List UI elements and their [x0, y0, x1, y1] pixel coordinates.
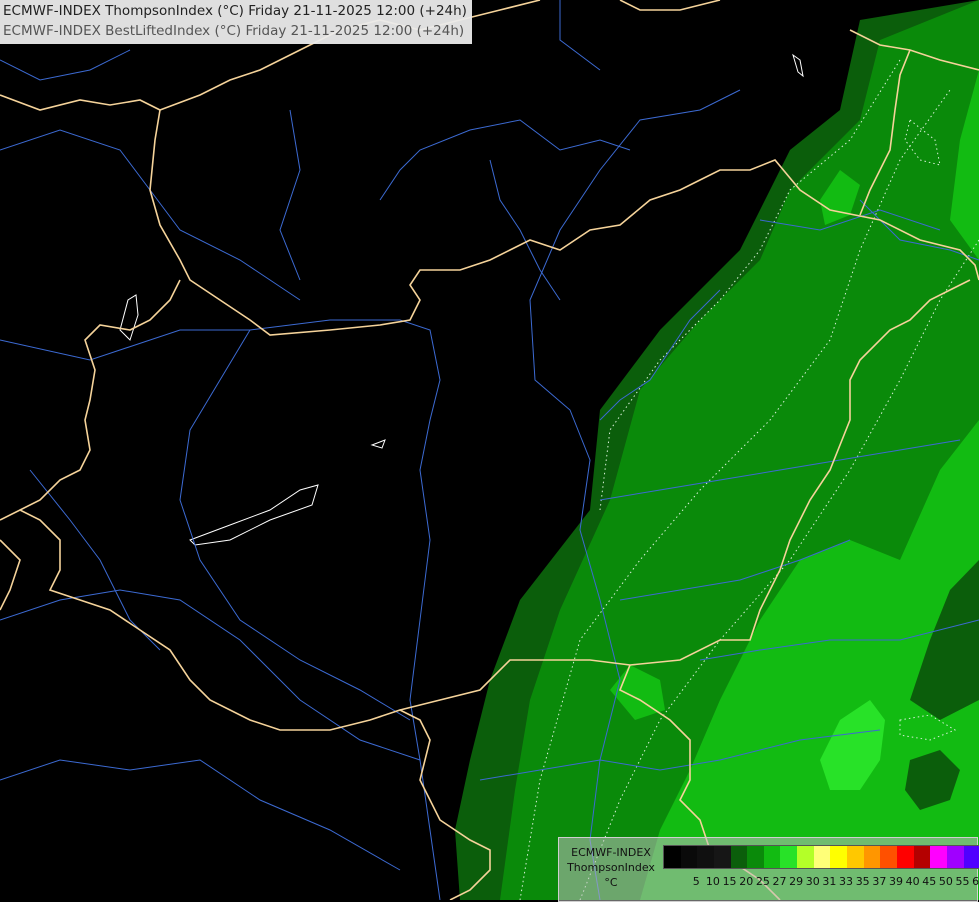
legend-swatch: [747, 846, 764, 868]
legend-swatch: [780, 846, 798, 868]
legend-tick-label: 45: [922, 875, 937, 888]
legend-tick-label: 40: [905, 875, 920, 888]
legend-tick-label: 37: [872, 875, 887, 888]
legend-swatch: [847, 846, 864, 868]
legend-swatches: [663, 845, 979, 869]
legend-swatch: [813, 846, 831, 868]
legend-swatch: [730, 846, 748, 868]
legend-swatch: [880, 846, 897, 868]
legend-tick-label: 5: [692, 875, 700, 888]
legend-swatch: [664, 846, 681, 868]
legend-swatch: [946, 846, 964, 868]
legend-label: ECMWF-INDEX ThompsonIndex °C: [561, 845, 661, 890]
legend-swatch: [930, 846, 947, 868]
map-title: ECMWF-INDEX ThompsonIndex (°C) Friday 21…: [3, 3, 467, 19]
legend-swatch: [797, 846, 814, 868]
legend-tick-label: 31: [822, 875, 837, 888]
legend-tick-label: 33: [839, 875, 854, 888]
legend-ticks: 5 1015202527293031333537394045505560: [688, 875, 979, 888]
legend-model: ECMWF-INDEX: [571, 846, 651, 859]
legend-swatch: [713, 846, 731, 868]
color-legend: ECMWF-INDEX ThompsonIndex °C 5 10 15 20 25 27…: [558, 837, 979, 902]
legend-swatch: [680, 846, 698, 868]
legend-tick-label: 39: [888, 875, 903, 888]
legend-tick-label: 35: [855, 875, 870, 888]
legend-tick-label: 15: [722, 875, 737, 888]
legend-swatch: [763, 846, 781, 868]
legend-swatch: [913, 846, 931, 868]
legend-tick-label: 25: [755, 875, 770, 888]
map-title-box: ECMWF-INDEX ThompsonIndex (°C) Friday 21…: [0, 0, 472, 44]
legend-swatch: [963, 846, 979, 868]
legend-tick-label: 10: [705, 875, 720, 888]
map-subtitle: ECMWF-INDEX BestLiftedIndex (°C) Friday …: [3, 23, 465, 39]
legend-swatch: [697, 846, 714, 868]
legend-tick-label: 30: [805, 875, 820, 888]
legend-tick-label: 50: [938, 875, 953, 888]
legend-swatch: [896, 846, 914, 868]
legend-tick-label: 55: [955, 875, 970, 888]
legend-tick-label: 20: [739, 875, 754, 888]
legend-parameter: ThompsonIndex: [567, 861, 655, 874]
legend-swatch: [863, 846, 881, 868]
legend-swatch: [830, 846, 848, 868]
weather-map: [0, 0, 979, 900]
legend-tick-label: 60: [972, 875, 979, 888]
legend-unit: °C: [604, 876, 618, 889]
legend-tick-label: 29: [789, 875, 804, 888]
legend-tick-label: 27: [772, 875, 787, 888]
